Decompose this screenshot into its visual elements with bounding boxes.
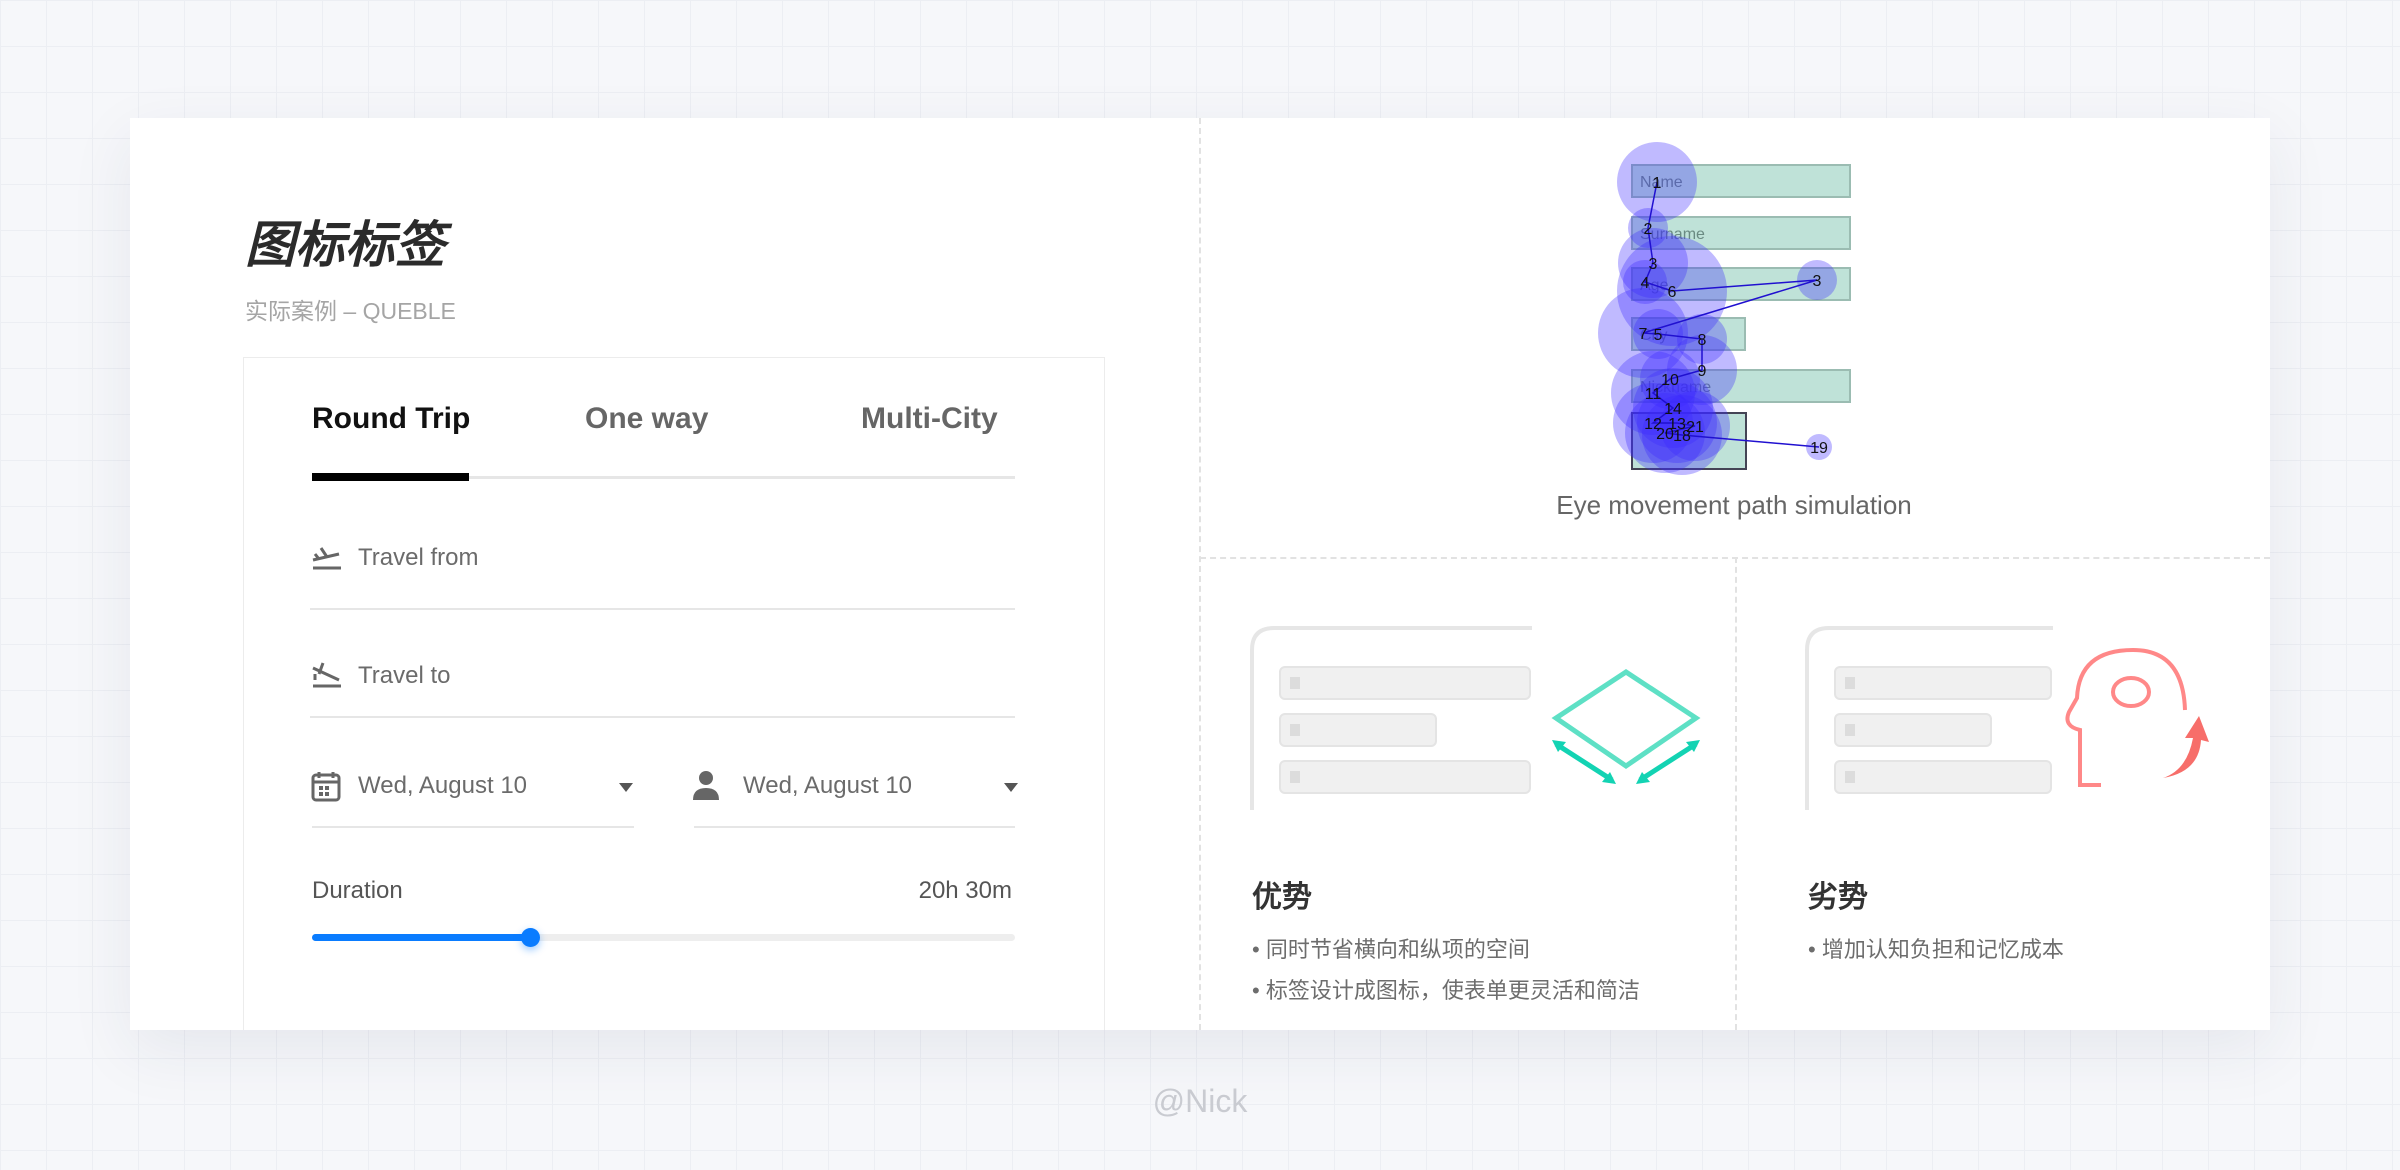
duration-slider[interactable] [312,928,1015,947]
eye-tracking-heatmap: NameSurnameAgeCityNickname12346375891011… [1598,142,1851,475]
page-subtitle: 实际案例 – QUEBLE [245,298,456,324]
cognitive-load-illustration [1805,626,2209,810]
diamond-icon [1551,669,1701,770]
fixation-label: 3 [1649,256,1658,273]
person-icon [693,771,719,800]
pros-bullet: • 同时节省横向和纵项的空间 [1252,937,1530,962]
compact-form-illustration [1250,626,1701,810]
chevron-down-icon[interactable] [619,783,633,792]
tab-round-trip[interactable]: Round Trip [312,402,470,436]
divider [310,716,1015,718]
heatmap-caption: Eye movement path simulation [1556,490,1912,520]
divider [694,826,1015,828]
head-icon [2065,647,2187,787]
fixation-label: 3 [1813,273,1822,290]
fixation-label: 18 [1673,428,1691,445]
author-credit: @Nick [1152,1083,1248,1119]
fixation-label: 4 [1641,275,1650,292]
departure-date-select[interactable]: Wed, August 10 [358,772,527,800]
fixation-label: 2 [1644,221,1653,238]
calendar-icon [311,772,341,802]
flight-land-icon [312,662,341,688]
travel-from-input[interactable]: Travel from [358,544,478,572]
chevron-down-icon[interactable] [1004,783,1018,792]
fixation-label: 19 [1810,440,1828,457]
flight-search-form [243,357,1105,1030]
pros-bullet: • 标签设计成图标，使表单更灵活和简洁 [1252,978,1640,1003]
tab-one-way[interactable]: One way [585,402,708,436]
duration-value: 20h 30m [918,877,1012,904]
fixation-label: 8 [1698,332,1707,349]
fixation-label: 9 [1698,363,1707,380]
page-title: 图标标签 [245,216,445,274]
slider-fill [312,934,530,941]
fixation-label: 1 [1653,175,1662,192]
travel-to-input[interactable]: Travel to [358,662,450,690]
cons-bullet: • 增加认知负担和记忆成本 [1808,937,2064,962]
divider [310,608,1015,610]
divider [312,826,634,828]
fixation-label: 20 [1656,426,1674,443]
fixation-label: 7 [1639,326,1648,343]
flight-takeoff-icon [312,547,341,570]
tab-active-indicator [312,473,469,481]
divider [1199,118,1201,1030]
fixation-label: 6 [1668,284,1677,301]
return-date-select[interactable]: Wed, August 10 [743,772,912,800]
divider [1735,557,1737,1030]
slider-thumb[interactable] [520,928,540,947]
fixation-label: 5 [1654,327,1663,344]
pros-title: 优势 [1252,880,1312,915]
duration-label: Duration [312,877,403,904]
fixation-label: 10 [1661,372,1679,389]
fixation-label: 11 [1645,386,1662,403]
tab-multi-city[interactable]: Multi-City [861,402,998,436]
cons-title: 劣势 [1808,880,1868,915]
